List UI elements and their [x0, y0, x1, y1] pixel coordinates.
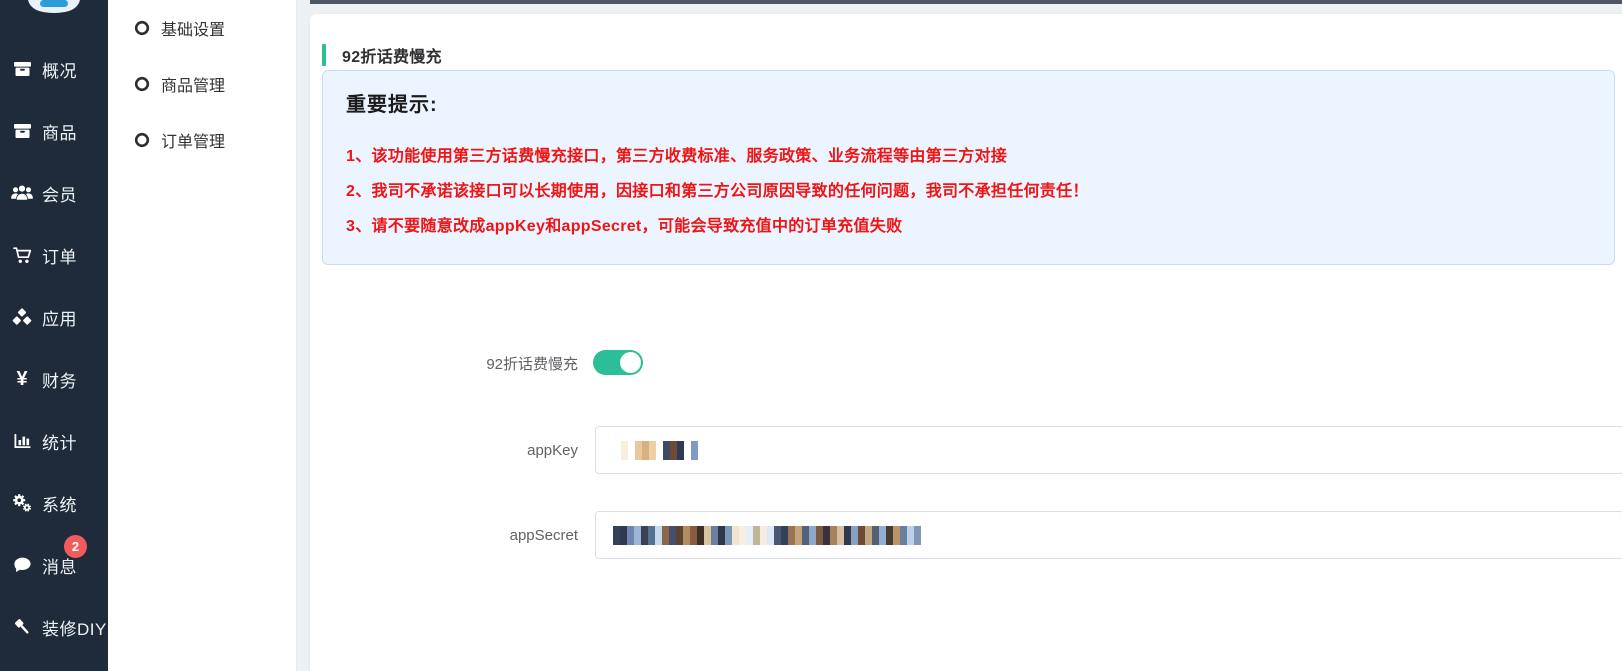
sidebar-item-label: 财务: [42, 367, 77, 392]
appsecret-input[interactable]: [595, 511, 1622, 559]
app-logo[interactable]: [0, 0, 108, 16]
appkey-label: appKey: [310, 442, 578, 459]
sidebar-item-statistics[interactable]: 统计: [0, 410, 108, 472]
page-title: 92折话费慢充: [342, 43, 442, 67]
appsecret-label: appSecret: [310, 527, 578, 544]
sidebar-item-members[interactable]: 会员: [0, 162, 108, 224]
submenu-item-label: 基础设置: [161, 16, 225, 40]
submenu-item-goods-management[interactable]: 商品管理: [108, 56, 296, 112]
archive-icon: [9, 58, 35, 80]
content-card: 92折话费慢充 重要提示: 1、该功能使用第三方话费慢充接口，第三方收费标准、服…: [310, 14, 1622, 671]
comment-icon: [9, 554, 35, 576]
logo-icon: [25, 0, 83, 15]
sidebar-item-decorate-diy[interactable]: 装修DIY: [0, 596, 108, 658]
sidebar-item-goods[interactable]: 商品: [0, 100, 108, 162]
secondary-sidebar: 基础设置 商品管理 订单管理: [108, 0, 297, 671]
cubes-icon: [9, 306, 35, 328]
unread-count-badge: 2: [64, 535, 87, 558]
primary-sidebar: 概况 商品 会员 订单 应用: [0, 0, 108, 671]
appkey-input[interactable]: [595, 426, 1622, 474]
sidebar-item-label: 商品: [42, 119, 77, 144]
notice-heading: 重要提示:: [346, 88, 438, 117]
top-edge-strip: [310, 0, 1622, 4]
sidebar-item-apps[interactable]: 应用: [0, 286, 108, 348]
notice-box: 重要提示: 1、该功能使用第三方话费慢充接口，第三方收费标准、服务政策、业务流程…: [322, 70, 1615, 265]
sidebar-item-label: 概况: [42, 57, 77, 82]
appkey-redacted-value: [621, 441, 698, 460]
sidebar-item-system[interactable]: 系统: [0, 472, 108, 534]
cart-icon: [9, 244, 35, 266]
submenu-item-label: 商品管理: [161, 72, 225, 96]
sidebar-nav: 概况 商品 会员 订单 应用: [0, 38, 108, 658]
toggle-knob: [620, 352, 641, 373]
submenu-item-order-management[interactable]: 订单管理: [108, 112, 296, 168]
radio-circle-icon: [134, 20, 150, 36]
gears-icon: [9, 492, 35, 514]
submenu-item-basic-settings[interactable]: 基础设置: [108, 0, 296, 56]
title-accent-bar: [322, 44, 326, 66]
users-icon: [9, 182, 35, 204]
sidebar-item-messages[interactable]: 消息 2: [0, 534, 108, 596]
gavel-icon: [9, 616, 35, 638]
notice-line: 1、该功能使用第三方话费慢充接口，第三方收费标准、服务政策、业务流程等由第三方对…: [346, 142, 1007, 166]
toggle-label: 92折话费慢充: [310, 353, 578, 374]
radio-circle-icon: [134, 76, 150, 92]
sidebar-item-label: 装修DIY: [42, 615, 107, 640]
sidebar-item-orders[interactable]: 订单: [0, 224, 108, 286]
submenu-item-label: 订单管理: [161, 128, 225, 152]
section-header: 92折话费慢充: [322, 44, 442, 66]
appsecret-redacted-value: [613, 526, 921, 545]
box-icon: [9, 120, 35, 142]
yen-icon: ¥: [9, 368, 35, 390]
notice-line: 2、我司不承诺该接口可以长期使用，因接口和第三方公司原因导致的任何问题，我司不承…: [346, 177, 1089, 201]
bar-chart-icon: [9, 430, 35, 452]
sidebar-item-label: 统计: [42, 429, 77, 454]
notice-line: 3、请不要随意改成appKey和appSecret，可能会导致充值中的订单充值失…: [346, 212, 902, 236]
radio-circle-icon: [134, 132, 150, 148]
sidebar-item-label: 会员: [42, 181, 77, 206]
sidebar-item-overview[interactable]: 概况: [0, 38, 108, 100]
feature-toggle[interactable]: [593, 350, 643, 375]
sidebar-item-label: 订单: [42, 243, 77, 268]
sidebar-item-label: 系统: [42, 491, 77, 516]
sidebar-item-finance[interactable]: ¥ 财务: [0, 348, 108, 410]
sidebar-item-label: 应用: [42, 305, 77, 330]
